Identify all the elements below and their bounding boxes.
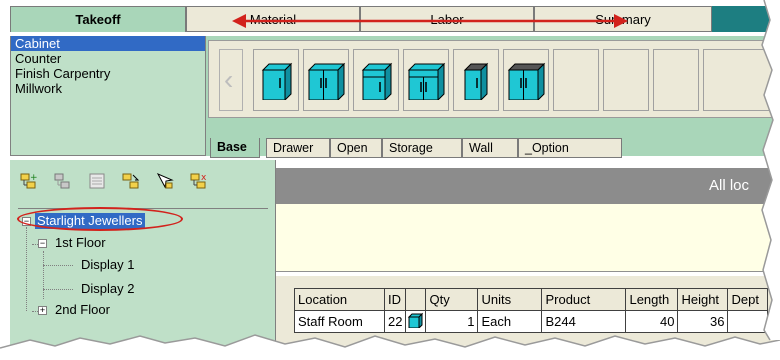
torn-edge-decoration bbox=[0, 0, 780, 360]
